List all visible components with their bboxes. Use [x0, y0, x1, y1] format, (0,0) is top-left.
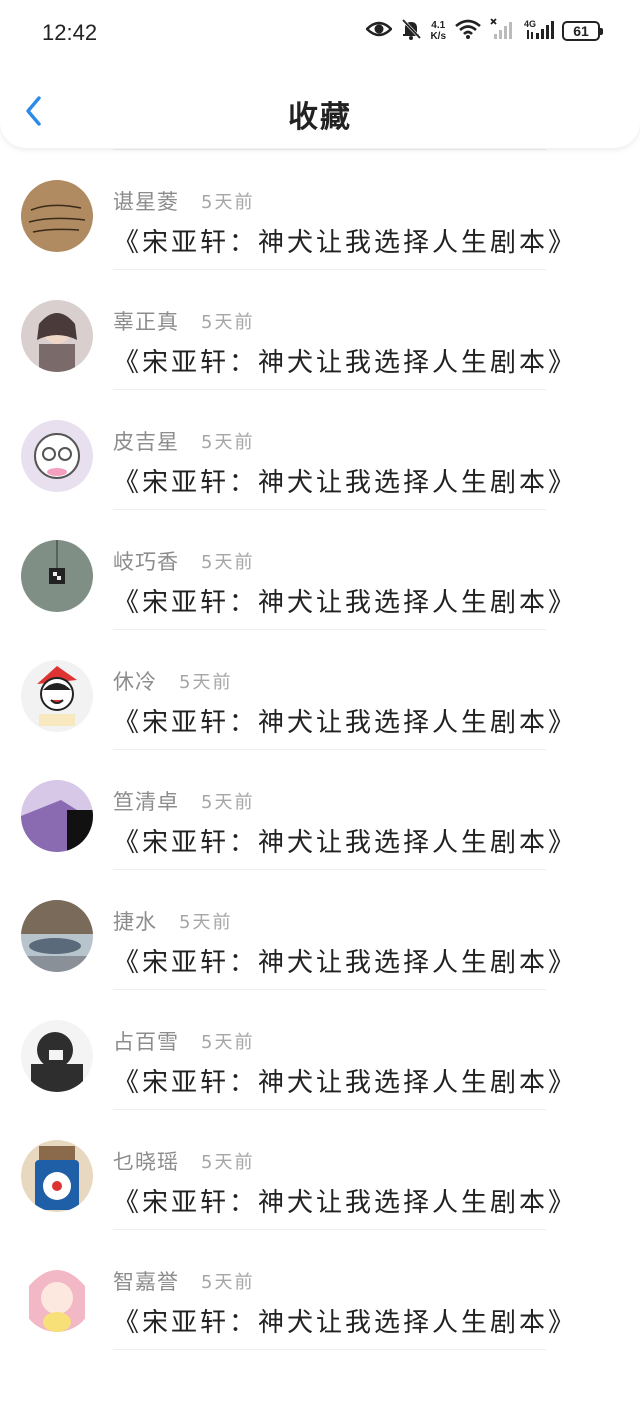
list-item[interactable]: 占百雪 5天前《宋亚轩：神犬让我选择人生剧本》: [0, 990, 640, 1110]
list-item[interactable]: 谌星菱 5天前《宋亚轩：神犬让我选择人生剧本》: [0, 150, 640, 270]
item-title[interactable]: 《宋亚轩：神犬让我选择人生剧本》: [113, 1302, 577, 1339]
user-name[interactable]: 皮吉星: [113, 426, 179, 456]
avatar[interactable]: [21, 1260, 93, 1332]
avatar[interactable]: [21, 1020, 93, 1092]
user-name[interactable]: 捷水: [113, 906, 157, 936]
list-item[interactable]: 皮吉星 5天前《宋亚轩：神犬让我选择人生剧本》: [0, 390, 640, 510]
item-title[interactable]: 《宋亚轩：神犬让我选择人生剧本》: [113, 222, 577, 259]
list-item[interactable]: 辜正真 5天前《宋亚轩：神犬让我选择人生剧本》: [0, 270, 640, 390]
timestamp: 5天前: [201, 432, 255, 453]
net-speed: 4.1 K/s: [430, 20, 446, 42]
item-title[interactable]: 《宋亚轩：神犬让我选择人生剧本》: [113, 702, 577, 739]
list-item[interactable]: 笪清卓 5天前《宋亚轩：神犬让我选择人生剧本》: [0, 750, 640, 870]
avatar[interactable]: [21, 540, 93, 612]
avatar[interactable]: [21, 180, 93, 252]
net-speed-value: 4.1: [431, 20, 446, 31]
avatar[interactable]: [21, 900, 93, 972]
item-meta: 捷水 5天前: [113, 904, 232, 938]
status-icons: 4.1 K/s 4G 61: [365, 18, 603, 44]
item-title[interactable]: 《宋亚轩：神犬让我选择人生剧本》: [113, 582, 577, 619]
list-item[interactable]: 捷水 5天前《宋亚轩：神犬让我选择人生剧本》: [0, 870, 640, 990]
timestamp: 5天前: [201, 1272, 255, 1293]
user-name[interactable]: 岐巧香: [113, 546, 179, 576]
timestamp: 5天前: [179, 912, 233, 933]
user-name[interactable]: 乜晓瑶: [113, 1146, 179, 1176]
avatar[interactable]: [21, 660, 93, 732]
eye-icon: [365, 19, 394, 43]
avatar[interactable]: [21, 300, 93, 372]
timestamp: 5天前: [179, 672, 233, 693]
user-name[interactable]: 辜正真: [113, 306, 179, 336]
user-name[interactable]: 笪清卓: [113, 786, 179, 816]
app-header: 12:42 4.1 K/s 4G 61 收藏: [0, 0, 640, 148]
list-item[interactable]: 智嘉誉 5天前《宋亚轩：神犬让我选择人生剧本》: [0, 1230, 640, 1350]
user-name[interactable]: 谌星菱: [113, 186, 179, 216]
item-meta: 休冷 5天前: [113, 664, 232, 698]
item-meta: 乜晓瑶 5天前: [113, 1144, 254, 1178]
item-meta: 智嘉誉 5天前: [113, 1264, 254, 1298]
timestamp: 5天前: [201, 552, 255, 573]
item-meta: 岐巧香 5天前: [113, 544, 254, 578]
user-name[interactable]: 休冷: [113, 666, 157, 696]
list-item[interactable]: 休冷 5天前《宋亚轩：神犬让我选择人生剧本》: [0, 630, 640, 750]
timestamp: 5天前: [201, 792, 255, 813]
net-speed-unit: K/s: [430, 31, 446, 42]
wifi-icon: [454, 18, 482, 44]
battery-indicator: 61: [562, 21, 603, 41]
svg-text:4G: 4G: [524, 19, 536, 29]
item-title[interactable]: 《宋亚轩：神犬让我选择人生剧本》: [113, 822, 577, 859]
item-title[interactable]: 《宋亚轩：神犬让我选择人生剧本》: [113, 942, 577, 979]
item-meta: 占百雪 5天前: [113, 1024, 254, 1058]
timestamp: 5天前: [201, 192, 255, 213]
user-name[interactable]: 占百雪: [113, 1026, 179, 1056]
divider: [113, 1349, 546, 1350]
page-title: 收藏: [288, 100, 352, 135]
avatar[interactable]: [21, 1140, 93, 1212]
list-item[interactable]: 岐巧香 5天前《宋亚轩：神犬让我选择人生剧本》: [0, 510, 640, 630]
status-time: 12:42: [42, 20, 98, 45]
avatar[interactable]: [21, 780, 93, 852]
timestamp: 5天前: [201, 312, 255, 333]
item-meta: 皮吉星 5天前: [113, 424, 254, 458]
list-item[interactable]: 乜晓瑶 5天前《宋亚轩：神犬让我选择人生剧本》: [0, 1110, 640, 1230]
timestamp: 5天前: [201, 1152, 255, 1173]
item-title[interactable]: 《宋亚轩：神犬让我选择人生剧本》: [113, 462, 577, 499]
item-title[interactable]: 《宋亚轩：神犬让我选择人生剧本》: [113, 1182, 577, 1219]
timestamp: 5天前: [201, 1032, 255, 1053]
item-meta: 谌星菱 5天前: [113, 184, 254, 218]
no-signal-icon: [490, 18, 516, 44]
item-title[interactable]: 《宋亚轩：神犬让我选择人生剧本》: [113, 1062, 577, 1099]
favorites-list: 《宋亚轩：神犬让我选择人生剧本》谌星菱5天前《宋亚轩：神犬让我选择人生剧本》辜正…: [0, 60, 640, 1350]
avatar[interactable]: [21, 420, 93, 492]
item-title[interactable]: 《宋亚轩：神犬让我选择人生剧本》: [113, 342, 577, 379]
user-name[interactable]: 智嘉誉: [113, 1266, 179, 1296]
signal-4g-icon: 4G: [524, 18, 554, 44]
mute-bell-icon: [400, 18, 422, 44]
item-meta: 辜正真 5天前: [113, 304, 254, 338]
item-meta: 笪清卓 5天前: [113, 784, 254, 818]
